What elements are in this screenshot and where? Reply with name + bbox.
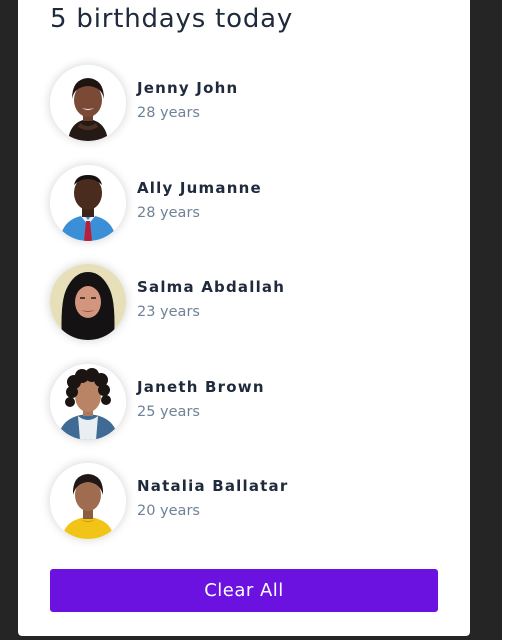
person-name: Natalia Ballatar (137, 477, 289, 495)
page-title: 5 birthdays today (50, 4, 294, 34)
birthday-card: 5 birthdays today Jenny John 28 years Al… (18, 0, 470, 636)
list-item: Ally Jumanne 28 years (50, 162, 450, 262)
avatar (50, 164, 126, 241)
avatar (50, 264, 126, 340)
person-name: Salma Abdallah (137, 278, 286, 296)
app-stage: 5 birthdays today Jenny John 28 years Al… (0, 0, 506, 640)
window-edge (502, 0, 506, 640)
person-age: 25 years (137, 403, 200, 420)
person-name: Ally Jumanne (137, 178, 262, 197)
portrait-woman-curly-icon (50, 363, 126, 440)
portrait-woman-icon (50, 65, 126, 141)
person-age: 23 years (137, 304, 200, 320)
portrait-man-icon (50, 164, 126, 241)
avatar (50, 363, 126, 440)
list-item: Salma Abdallah 23 years (50, 261, 450, 361)
list-item: Janeth Brown 25 years (50, 361, 450, 461)
birthday-list: Jenny John 28 years Ally Jumanne 28 year… (50, 62, 450, 560)
portrait-woman-hijab-icon (50, 264, 126, 340)
avatar (50, 65, 126, 141)
person-name: Janeth Brown (137, 377, 265, 396)
person-age: 20 years (137, 503, 200, 519)
person-age: 28 years (137, 204, 200, 221)
list-item: Jenny John 28 years (50, 62, 450, 162)
avatar (50, 463, 126, 539)
person-age: 28 years (137, 105, 200, 121)
portrait-woman-icon (50, 463, 126, 539)
clear-all-button[interactable]: Clear All (50, 569, 438, 612)
list-item: Natalia Ballatar 20 years (50, 460, 450, 560)
person-name: Jenny John (137, 79, 239, 97)
